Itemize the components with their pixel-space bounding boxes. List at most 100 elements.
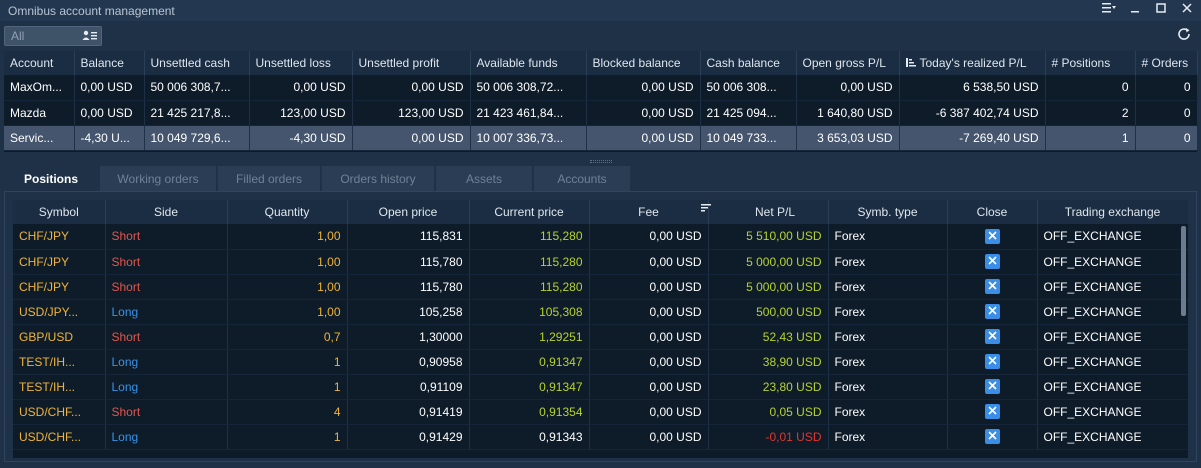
- symbol-cell: USD/CHF...: [13, 399, 106, 425]
- account-row[interactable]: Mazda 0,00 USD 21 425 217,8... 123,00 US…: [4, 100, 1198, 126]
- trading-exchange-cell: OFF_EXCHANGE: [1037, 399, 1188, 425]
- maximize-icon[interactable]: [1153, 2, 1169, 18]
- current-price-cell: 1,29251: [469, 324, 590, 350]
- close-icon[interactable]: [1179, 2, 1195, 18]
- cash-balance-cell: 21 425 094...: [700, 100, 797, 126]
- close-cell: [947, 249, 1038, 275]
- tab-working-orders[interactable]: Working orders: [100, 166, 216, 191]
- close-position-icon[interactable]: [984, 228, 1000, 244]
- column-header-cash-balance[interactable]: Cash balance: [700, 51, 797, 75]
- user-list-icon[interactable]: [79, 27, 101, 45]
- close-position-icon[interactable]: [984, 404, 1000, 420]
- close-position-icon[interactable]: [984, 379, 1000, 395]
- open-price-cell: 0,91429: [347, 424, 470, 450]
- fee-cell: 0,00 USD: [589, 424, 709, 450]
- current-price-cell: 115,280: [469, 249, 590, 275]
- fee-cell: 0,00 USD: [589, 249, 709, 275]
- column-header-side[interactable]: Side: [105, 200, 228, 224]
- quantity-cell: 1,00: [227, 274, 348, 300]
- toolbar: [0, 21, 1201, 51]
- symbol-cell: GBP/USD: [13, 324, 106, 350]
- window-controls: [1101, 2, 1195, 18]
- column-header-todays-realized-pl[interactable]: Today's realized P/L: [899, 51, 1046, 75]
- trading-exchange-cell: OFF_EXCHANGE: [1037, 224, 1188, 250]
- position-row[interactable]: CHF/JPY Short 1,00 115,831 115,280 0,00 USD 5 …: [13, 224, 1188, 250]
- column-header-open-price[interactable]: Open price: [347, 200, 470, 224]
- panel-splitter[interactable]: [590, 160, 612, 163]
- account-row-selected[interactable]: Servic... -4,30 U... 10 049 729,6... -4,…: [4, 125, 1198, 151]
- position-row[interactable]: GBP/USD Short 0,7 1,30000 1,29251 0,00 USD 52,…: [13, 324, 1188, 350]
- close-position-icon[interactable]: [984, 254, 1000, 270]
- position-row[interactable]: CHF/JPY Short 1,00 115,780 115,280 0,00 USD 5 …: [13, 249, 1188, 275]
- position-row[interactable]: USD/CHF... Long 1 0,91429 0,91343 0,00 USD -0,…: [13, 424, 1188, 450]
- fee-cell: 0,00 USD: [589, 299, 709, 325]
- account-filter-input[interactable]: [5, 27, 79, 45]
- column-header-account[interactable]: Account: [4, 51, 75, 75]
- unsettled-loss-cell: -4,30 USD: [249, 125, 353, 151]
- current-price-cell: 0,91354: [469, 399, 590, 425]
- current-price-cell: 115,280: [469, 224, 590, 250]
- tab-assets[interactable]: Assets: [436, 166, 532, 191]
- column-header-symbol[interactable]: Symbol: [13, 200, 106, 224]
- unsettled-cash-cell: 50 006 308,7...: [144, 75, 250, 101]
- close-cell: [947, 399, 1038, 425]
- close-cell: [947, 424, 1038, 450]
- account-name: MaxOm...: [4, 75, 75, 101]
- column-header-net-pl[interactable]: Net P/L: [700, 200, 829, 224]
- close-position-icon[interactable]: [984, 304, 1000, 320]
- minimize-icon[interactable]: [1127, 2, 1143, 18]
- side-cell: Long: [105, 374, 228, 400]
- vertical-scrollbar[interactable]: [1181, 226, 1186, 316]
- position-row[interactable]: TEST/IH... Long 1 0,90958 0,91347 0,00 USD 38,…: [13, 349, 1188, 375]
- blocked-balance-cell: 0,00 USD: [586, 75, 701, 101]
- column-header-open-gross-pl[interactable]: Open gross P/L: [796, 51, 900, 75]
- open-gross-pl-cell: 3 653,03 USD: [796, 125, 900, 151]
- orders-count-cell: 0: [1135, 75, 1198, 101]
- column-header-positions-count[interactable]: # Positions: [1045, 51, 1136, 75]
- position-row[interactable]: CHF/JPY Short 1,00 115,780 115,280 0,00 USD 5 …: [13, 274, 1188, 300]
- unsettled-loss-cell: 0,00 USD: [249, 75, 353, 101]
- column-header-trading-exchange[interactable]: Trading exchange: [1037, 200, 1188, 224]
- orders-count-cell: 0: [1135, 100, 1198, 126]
- position-row[interactable]: USD/JPY... Long 1,00 105,258 105,308 0,00 USD…: [13, 299, 1188, 325]
- fee-cell: 0,00 USD: [589, 374, 709, 400]
- column-header-unsettled-loss[interactable]: Unsettled loss: [249, 51, 353, 75]
- column-header-symbol-type[interactable]: Symb. type: [828, 200, 948, 224]
- tab-positions[interactable]: Positions: [4, 166, 98, 191]
- unsettled-profit-cell: 123,00 USD: [352, 100, 471, 126]
- account-row[interactable]: MaxOm... 0,00 USD 50 006 308,7... 0,00 U…: [4, 75, 1198, 101]
- column-header-unsettled-profit[interactable]: Unsettled profit: [352, 51, 471, 75]
- column-header-orders-count[interactable]: # Orders: [1135, 51, 1198, 75]
- close-position-icon[interactable]: [984, 429, 1000, 445]
- column-header-balance[interactable]: Balance: [74, 51, 145, 75]
- symbol-type-cell: Forex: [828, 224, 948, 250]
- positions-table: Symbol Side Quantity Open price Current …: [13, 200, 1188, 458]
- column-header-current-price[interactable]: Current price: [469, 200, 590, 224]
- tab-filled-orders[interactable]: Filled orders: [218, 166, 320, 191]
- column-header-available-funds[interactable]: Available funds: [470, 51, 587, 75]
- symbol-cell: TEST/IH...: [13, 349, 106, 375]
- position-row[interactable]: TEST/IH... Long 1 0,91109 0,91347 0,00 USD 23,…: [13, 374, 1188, 400]
- close-position-icon[interactable]: [984, 354, 1000, 370]
- column-header-close[interactable]: Close: [947, 200, 1038, 224]
- close-position-icon[interactable]: [984, 279, 1000, 295]
- symbol-type-cell: Forex: [828, 374, 948, 400]
- column-header-fee[interactable]: Fee: [589, 200, 709, 224]
- column-header-label: Today's realized P/L: [919, 55, 1027, 70]
- column-header-quantity[interactable]: Quantity: [227, 200, 348, 224]
- position-row[interactable]: USD/CHF... Short 4 0,91419 0,91354 0,00 USD 0,…: [13, 399, 1188, 425]
- tab-accounts[interactable]: Accounts: [534, 166, 630, 191]
- net-pl-cell: 5 000,00 USD: [708, 249, 829, 275]
- column-header-unsettled-cash[interactable]: Unsettled cash: [144, 51, 250, 75]
- refresh-icon[interactable]: [1175, 26, 1193, 44]
- menu-icon[interactable]: [1101, 2, 1117, 18]
- column-header-blocked-balance[interactable]: Blocked balance: [586, 51, 701, 75]
- tab-orders-history[interactable]: Orders history: [322, 166, 434, 191]
- current-price-cell: 105,308: [469, 299, 590, 325]
- current-price-cell: 0,91343: [469, 424, 590, 450]
- open-gross-pl-cell: 0,00 USD: [796, 75, 900, 101]
- open-price-cell: 115,831: [347, 224, 470, 250]
- fee-cell: 0,00 USD: [589, 399, 709, 425]
- close-position-icon[interactable]: [984, 329, 1000, 345]
- net-pl-cell: 0,05 USD: [708, 399, 829, 425]
